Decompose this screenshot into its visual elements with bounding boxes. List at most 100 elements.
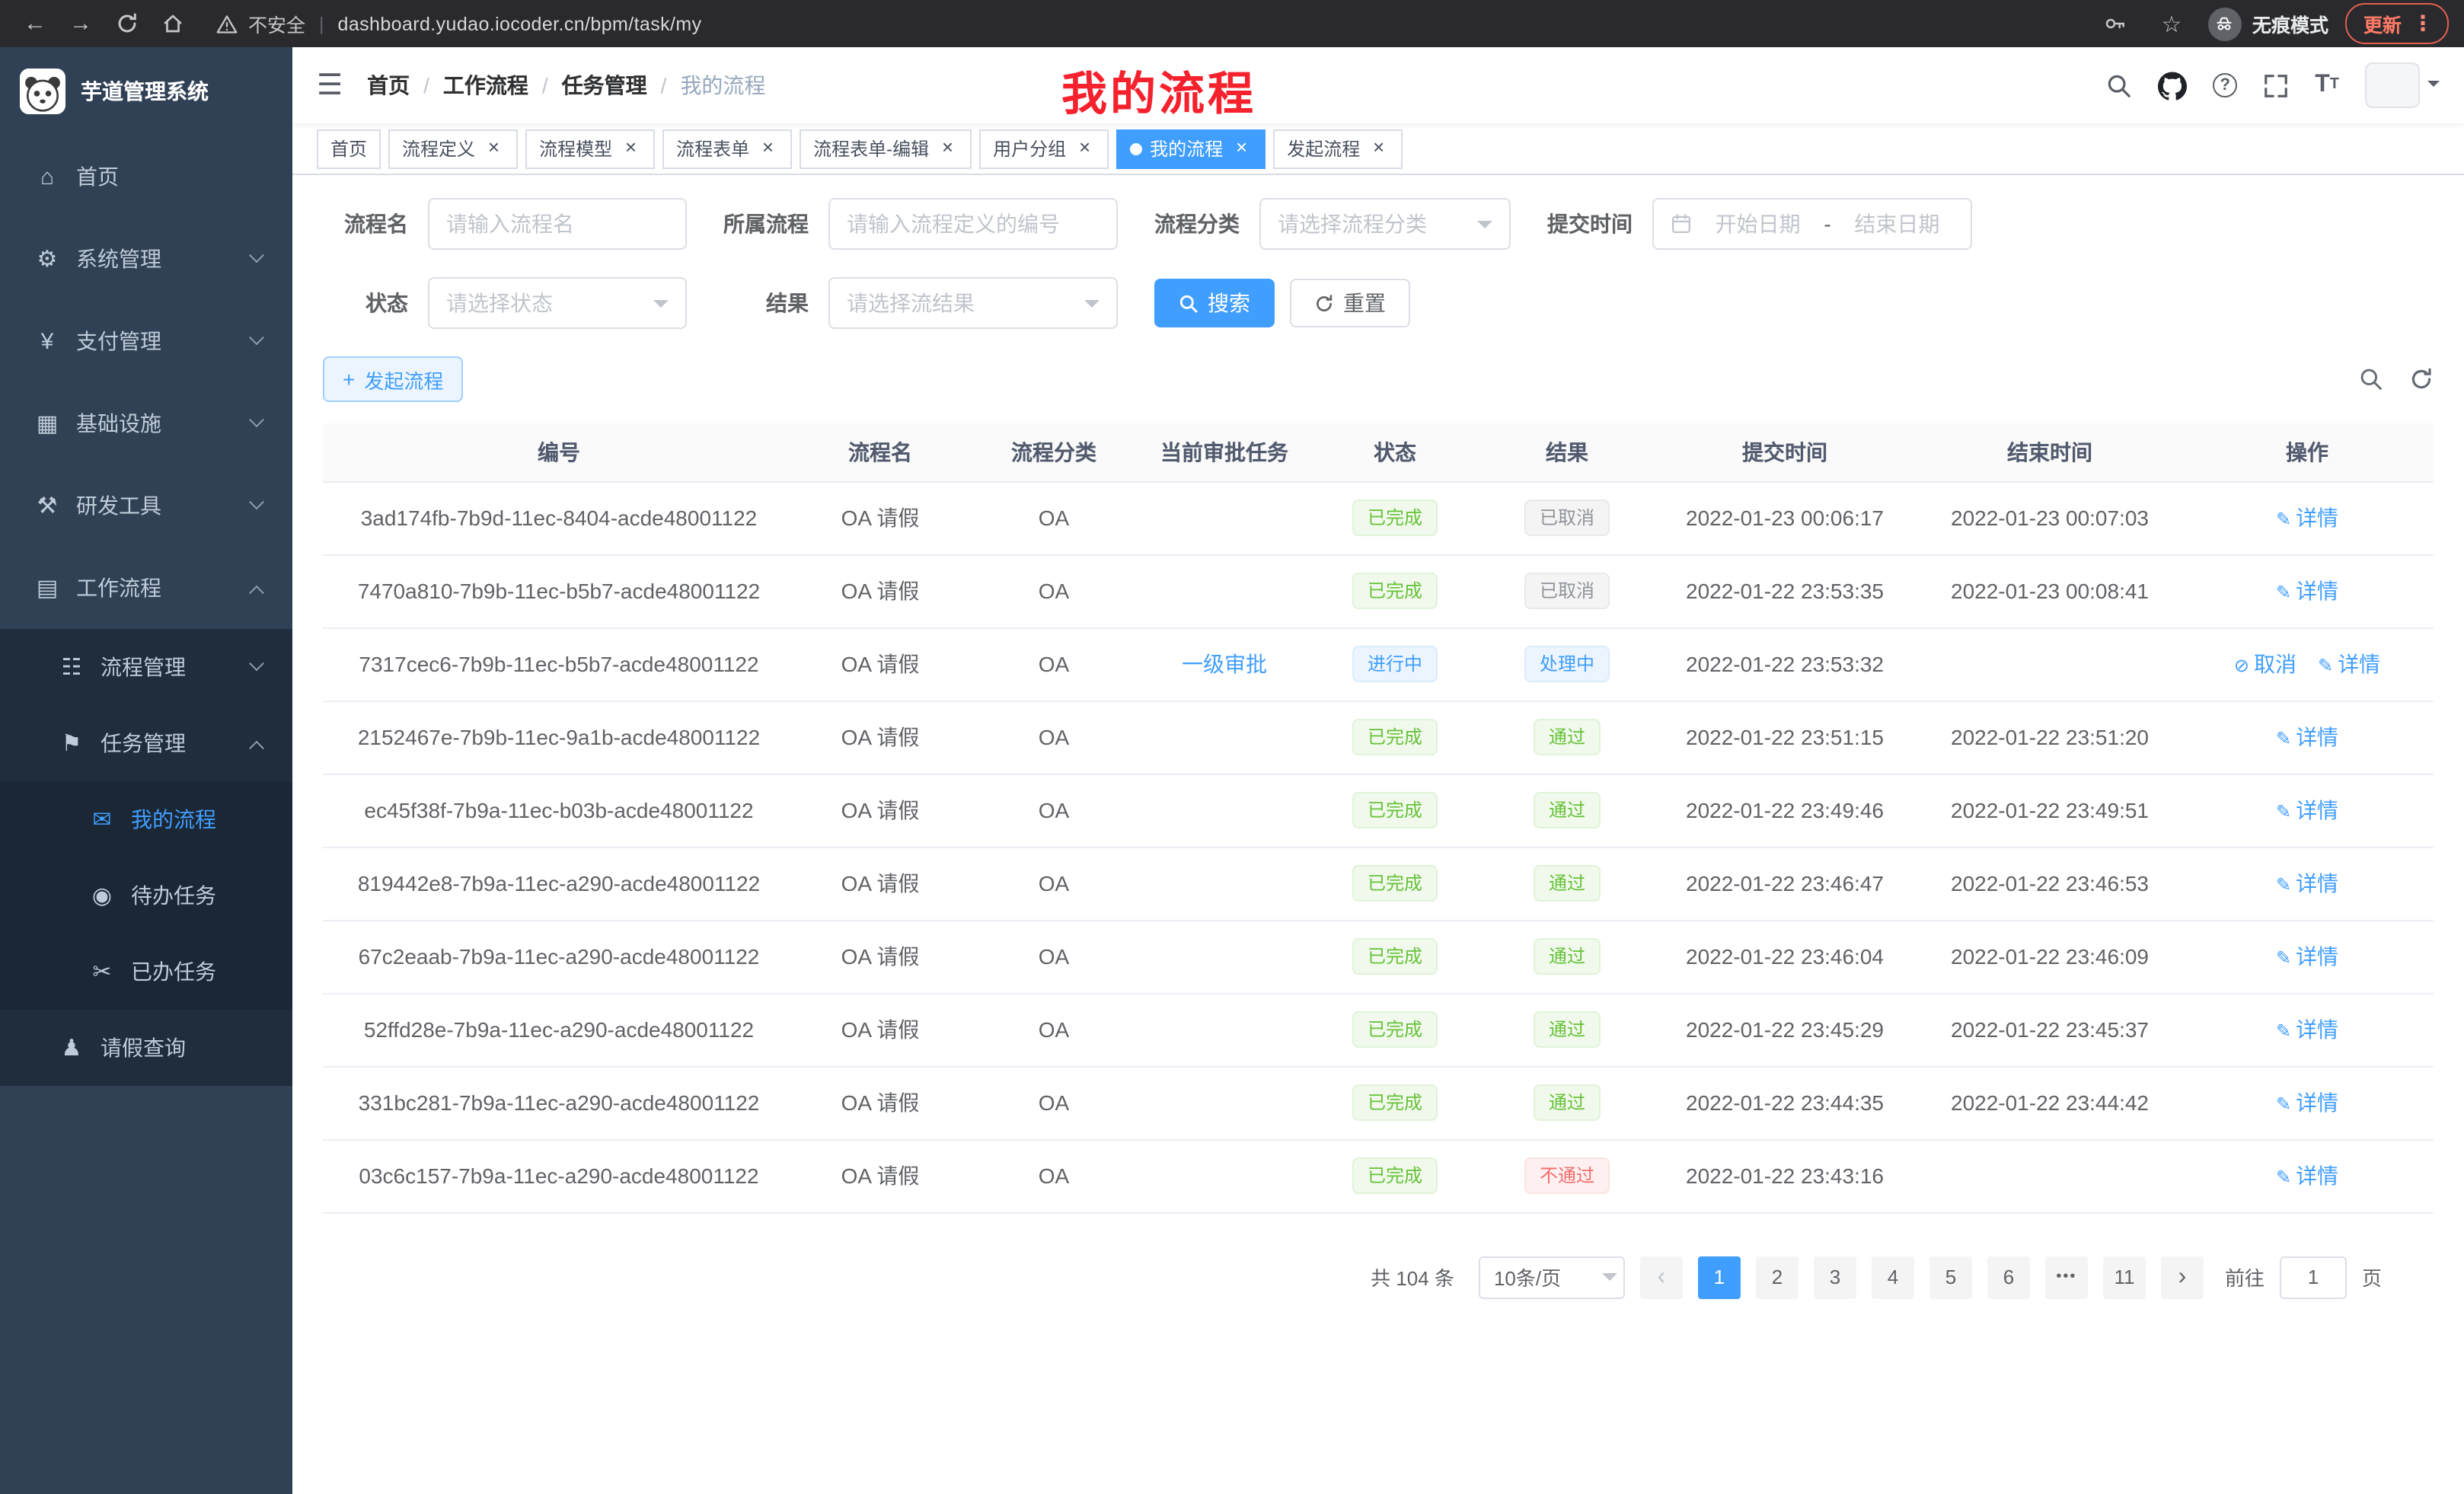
tab-close-icon[interactable]: × [1368, 138, 1389, 159]
github-icon[interactable] [2158, 71, 2187, 100]
detail-action-link[interactable]: ✎详情 [2276, 871, 2338, 895]
detail-action-link[interactable]: ✎详情 [2276, 944, 2338, 969]
tab-item[interactable]: 流程表单× [662, 129, 792, 168]
date-range-picker[interactable]: 开始日期 - 结束日期 [1652, 198, 1972, 250]
detail-action-link[interactable]: ✎详情 [2276, 798, 2338, 822]
tab-item[interactable]: 首页 [317, 129, 381, 168]
process-name-input[interactable] [428, 198, 687, 250]
sidebar-item-process-mgmt[interactable]: ☷流程管理 [0, 629, 292, 705]
breadcrumb-item: 我的流程 [680, 70, 765, 101]
tab-label: 流程模型 [539, 136, 612, 161]
forward-icon[interactable]: → [61, 5, 101, 42]
cell-id: 819442e8-7b9a-11ec-a290-acde48001122 [323, 847, 795, 920]
bookmark-star-icon[interactable]: ☆ [2152, 5, 2191, 42]
tab-item[interactable]: 流程表单-编辑× [800, 129, 972, 168]
tab-item[interactable]: 发起流程× [1273, 129, 1403, 168]
key-icon[interactable] [2095, 5, 2135, 42]
tab-close-icon[interactable]: × [483, 138, 504, 159]
result-tag: 通过 [1534, 938, 1601, 975]
detail-action-link[interactable]: ✎详情 [2276, 579, 2338, 603]
address-bar[interactable]: 不安全 | dashboard.yudao.iocoder.cn/bpm/tas… [216, 9, 2089, 38]
reload-icon[interactable] [107, 5, 146, 42]
tab-close-icon[interactable]: × [620, 138, 641, 159]
help-icon[interactable]: ? [2213, 73, 2237, 97]
result-select[interactable]: 请选择流结果 [828, 277, 1118, 329]
prev-page-button[interactable]: ‹ [1640, 1256, 1683, 1298]
page-button[interactable]: 6 [1987, 1256, 2030, 1298]
process-definition-input[interactable] [828, 198, 1118, 250]
status-select[interactable]: 请选择状态 [428, 277, 687, 329]
back-icon[interactable]: ← [15, 5, 55, 42]
cell-current-task [1142, 774, 1307, 847]
page-button[interactable]: 11 [2103, 1256, 2146, 1298]
page-button[interactable]: 4 [1872, 1256, 1914, 1298]
sidebar-item-infra[interactable]: ▦基础设施 [0, 382, 292, 464]
cancel-action-link[interactable]: ⊘取消 [2234, 652, 2296, 676]
breadcrumb-item[interactable]: 首页 [367, 70, 410, 101]
tab-item[interactable]: 流程模型 × [525, 129, 655, 168]
home-button-icon[interactable] [152, 5, 192, 42]
tab-close-icon[interactable]: × [937, 138, 958, 159]
create-process-button[interactable]: + 发起流程 [323, 356, 463, 402]
cell-submit-time: 2022-01-22 23:46:47 [1651, 847, 1919, 920]
sidebar-item-done-task[interactable]: ✂已办任务 [0, 934, 292, 1010]
font-size-icon[interactable]: TT [2315, 73, 2339, 97]
action-label: 详情 [2296, 871, 2338, 895]
pagination-ellipsis[interactable]: ••• [2045, 1256, 2088, 1298]
breadcrumb-item[interactable]: 任务管理 [562, 70, 647, 101]
sidebar-item-leave-query[interactable]: ♟请假查询 [0, 1010, 292, 1086]
hamburger-icon[interactable]: ☰ [317, 71, 343, 100]
fullscreen-icon[interactable] [2263, 72, 2289, 98]
page-button[interactable]: 5 [1929, 1256, 1972, 1298]
column-header: 提交时间 [1651, 423, 1919, 481]
detail-action-link[interactable]: ✎详情 [2276, 506, 2338, 530]
avatar-dropdown[interactable] [2365, 62, 2440, 108]
sidebar-item-task-mgmt[interactable]: ⚑任务管理 [0, 705, 292, 781]
detail-action-link[interactable]: ✎详情 [2276, 1090, 2338, 1115]
reset-button[interactable]: 重置 [1290, 279, 1410, 327]
update-button[interactable]: 更新 ⋮ [2345, 3, 2449, 44]
category-select[interactable]: 请选择流程分类 [1259, 198, 1511, 250]
sidebar-item-todo-task[interactable]: ◉待办任务 [0, 857, 292, 934]
tab-close-icon[interactable]: × [1230, 138, 1252, 159]
cell-process-name: OA 请假 [795, 774, 965, 847]
sidebar-item-my-process[interactable]: ✉我的流程 [0, 781, 292, 857]
page-button[interactable]: 2 [1756, 1256, 1799, 1298]
column-header: 当前审批任务 [1142, 423, 1307, 481]
detail-action-link[interactable]: ✎详情 [2276, 1164, 2338, 1188]
tab-item[interactable]: 流程定义× [388, 129, 518, 168]
briefcase-icon: ▤ [34, 574, 61, 602]
detail-action-link[interactable]: ✎详情 [2276, 1017, 2338, 1042]
logo[interactable]: 芋道管理系统 [0, 47, 292, 136]
column-header: 编号 [323, 423, 795, 481]
tab-close-icon[interactable]: × [1074, 138, 1095, 159]
page-button[interactable]: 1 [1698, 1256, 1741, 1298]
detail-action-link[interactable]: ✎详情 [2276, 725, 2338, 749]
page-size-select[interactable]: 10条/页 [1479, 1256, 1625, 1298]
status-placeholder: 请选择状态 [446, 288, 553, 318]
menu-dots-icon[interactable]: ⋮ [2412, 11, 2434, 37]
sidebar-item-devtools[interactable]: ⚒研发工具 [0, 464, 292, 547]
search-button[interactable]: 搜索 [1154, 279, 1275, 327]
tab-item[interactable]: 用户分组× [979, 129, 1109, 168]
search-icon[interactable] [2106, 72, 2132, 98]
edit-icon: ✎ [2276, 1167, 2291, 1188]
chevron-down-icon [1084, 300, 1100, 315]
current-task-link[interactable]: 一级审批 [1182, 652, 1267, 676]
sidebar-item-system[interactable]: ⚙系统管理 [0, 218, 292, 300]
toggle-search-icon[interactable] [2359, 367, 2383, 391]
next-page-button[interactable]: › [2161, 1256, 2204, 1298]
tab-item[interactable]: 我的流程× [1116, 129, 1266, 168]
cell-category: OA [965, 481, 1142, 554]
goto-page-input[interactable] [2280, 1256, 2347, 1298]
detail-action-link[interactable]: ✎详情 [2318, 652, 2380, 676]
tab-close-icon[interactable]: × [757, 138, 778, 159]
sidebar-item-home[interactable]: ⌂首页 [0, 136, 292, 218]
cell-actions: ✎详情 [2181, 554, 2434, 627]
process-table: 编号流程名流程分类当前审批任务状态结果提交时间结束时间操作 3ad174fb-7… [323, 423, 2434, 1213]
page-button[interactable]: 3 [1814, 1256, 1856, 1298]
refresh-table-icon[interactable] [2409, 367, 2434, 391]
breadcrumb-item[interactable]: 工作流程 [443, 70, 528, 101]
sidebar-item-workflow[interactable]: ▤工作流程 [0, 547, 292, 629]
sidebar-item-payment[interactable]: ¥支付管理 [0, 300, 292, 382]
